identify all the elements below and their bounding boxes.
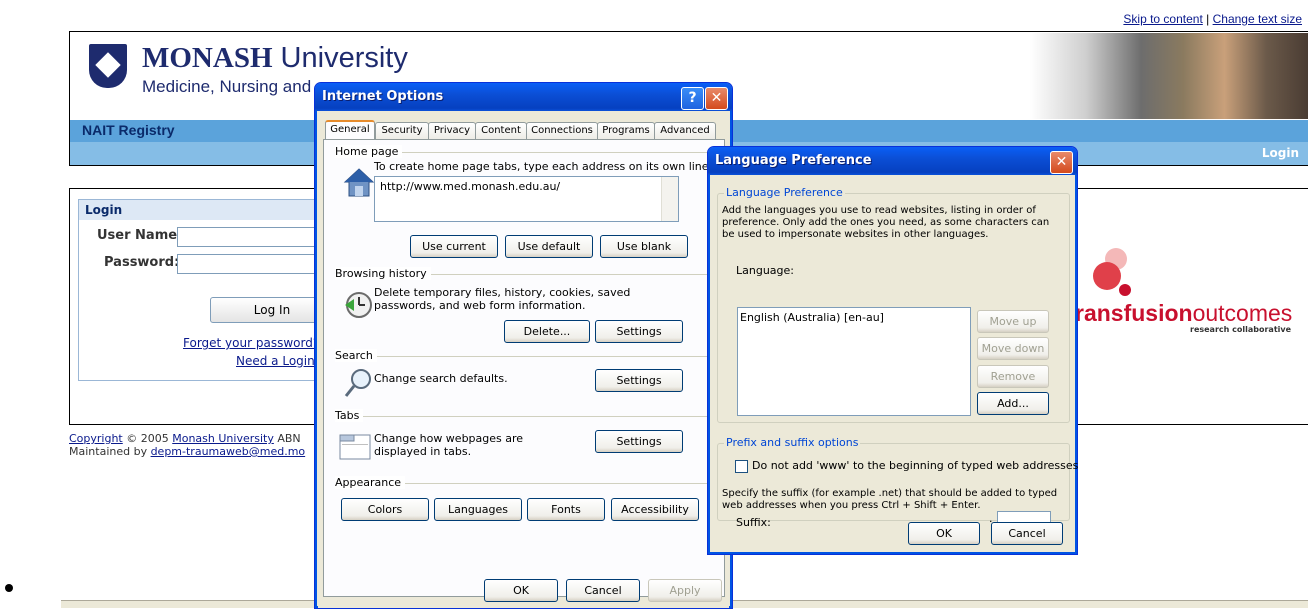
prefix-suffix-group-label: Prefix and suffix options [724, 436, 861, 449]
maintainer-email-link[interactable]: depm-traumaweb@med.mo [151, 445, 306, 458]
page-footer: Copyright © 2005 Monash University ABN M… [69, 432, 305, 458]
tab-connections[interactable]: Connections [526, 122, 598, 140]
transfusion-logo-text: ransfusionoutcomes [1075, 300, 1292, 327]
link-separator: | [1206, 12, 1210, 26]
language-preference-group-label: Language Preference [724, 186, 845, 199]
general-tab-panel: Home page To create home page tabs, type… [323, 139, 725, 597]
close-icon[interactable]: ✕ [705, 87, 728, 110]
prefix-suffix-group: Prefix and suffix options Specify the su… [717, 436, 1070, 529]
use-current-button[interactable]: Use current [410, 235, 498, 258]
search-settings-button[interactable]: Settings [595, 369, 683, 392]
internet-options-title: Internet Options [322, 89, 444, 104]
language-preference-dialog: Language Preference ✕ Language Preferenc… [707, 146, 1078, 555]
move-down-button[interactable]: Move down [977, 337, 1049, 360]
tab-advanced[interactable]: Advanced [654, 122, 716, 140]
list-item[interactable]: English (Australia) [en-au] [740, 311, 968, 324]
university-name-bold: MONASH [142, 42, 273, 74]
home-page-description: To create home page tabs, type each addr… [374, 160, 713, 173]
ok-button[interactable]: OK [908, 522, 980, 545]
languages-button[interactable]: Languages [434, 498, 522, 521]
delete-history-button[interactable]: Delete... [504, 320, 590, 343]
tabs-description: Change how webpages are displayed in tab… [374, 432, 524, 458]
internet-options-dialog: Internet Options ? ✕ General Security Pr… [314, 82, 733, 609]
tab-content[interactable]: Content [475, 122, 527, 140]
search-group-label: Search [335, 349, 377, 362]
suffix-description: Specify the suffix (for example .net) th… [722, 488, 1058, 511]
internet-options-body: General Security Privacy Content Connect… [318, 111, 729, 608]
colors-button[interactable]: Colors [341, 498, 429, 521]
history-settings-button[interactable]: Settings [595, 320, 683, 343]
language-preference-titlebar[interactable]: Language Preference ✕ [708, 147, 1077, 175]
add-language-button[interactable]: Add... [977, 392, 1049, 415]
logo-tagline: research collaborative [1190, 325, 1292, 334]
language-preference-body: Language Preference Add the languages yo… [711, 175, 1078, 551]
login-nav-link[interactable]: Login [1262, 146, 1299, 160]
browsing-history-group-label: Browsing history [335, 267, 431, 280]
browsing-history-description: Delete temporary files, history, cookies… [374, 286, 631, 312]
fonts-button[interactable]: Fonts [527, 498, 605, 521]
home-page-url: http://www.med.monash.edu.au/ [380, 180, 561, 193]
remove-button[interactable]: Remove [977, 365, 1049, 388]
suffix-label: Suffix: [736, 516, 771, 529]
ok-button[interactable]: OK [484, 579, 558, 602]
use-default-button[interactable]: Use default [505, 235, 593, 258]
logo-text-bold: ransfusion [1075, 300, 1193, 326]
university-name-rest: University [272, 42, 408, 74]
tabs-settings-button[interactable]: Settings [595, 430, 683, 453]
tabs-icon [338, 429, 372, 463]
close-icon[interactable]: ✕ [1050, 151, 1073, 174]
university-name[interactable]: MONASH University [142, 42, 408, 75]
home-url-scrollbar[interactable] [661, 177, 678, 221]
history-clock-icon [342, 288, 376, 322]
home-page-url-textarea[interactable]: http://www.med.monash.edu.au/ [374, 176, 679, 222]
registry-title: NAIT Registry [82, 122, 175, 138]
language-preference-title: Language Preference [715, 153, 872, 168]
accessibility-button[interactable]: Accessibility [611, 498, 699, 521]
help-icon[interactable]: ? [681, 87, 704, 110]
password-label: Password: [104, 255, 180, 270]
internet-options-titlebar[interactable]: Internet Options ? ✕ [315, 83, 732, 111]
copyright-text: © 2005 [122, 432, 173, 445]
home-icon [342, 166, 376, 200]
use-blank-button[interactable]: Use blank [600, 235, 688, 258]
maintained-by-text: Maintained by [69, 445, 151, 458]
search-icon [342, 366, 376, 400]
login-panel-title: Login [85, 203, 123, 217]
change-text-size-link[interactable]: Change text size [1213, 12, 1302, 26]
no-www-checkbox[interactable] [735, 460, 748, 473]
username-label: User Name: [97, 228, 183, 243]
copyright-link[interactable]: Copyright [69, 432, 123, 445]
faculty-name: Medicine, Nursing and [142, 77, 312, 96]
forgot-password-link[interactable]: Forget your password? [183, 336, 319, 350]
tabs-group-label: Tabs [335, 409, 364, 422]
transfusion-logo-icon [1085, 248, 1145, 298]
appearance-group-label: Appearance [335, 476, 406, 489]
apply-button[interactable]: Apply [648, 579, 722, 602]
search-description: Change search defaults. [374, 372, 508, 385]
header-photo [1030, 33, 1308, 119]
monash-crest-icon [89, 44, 127, 88]
language-description: Add the languages you use to read websit… [722, 205, 1050, 240]
cancel-button[interactable]: Cancel [566, 579, 640, 602]
top-links: Skip to content | Change text size [1123, 12, 1302, 26]
tab-security[interactable]: Security [375, 122, 429, 140]
move-up-button[interactable]: Move up [977, 310, 1049, 333]
tab-privacy[interactable]: Privacy [428, 122, 476, 140]
skip-to-content-link[interactable]: Skip to content [1123, 12, 1202, 26]
monash-university-link[interactable]: Monash University [172, 432, 274, 445]
language-list[interactable]: English (Australia) [en-au] [737, 307, 971, 416]
home-page-group-label: Home page [335, 145, 403, 158]
tab-programs[interactable]: Programs [597, 122, 655, 140]
no-www-checkbox-label: Do not add 'www' to the beginning of typ… [752, 459, 1079, 472]
language-label: Language: [736, 264, 794, 277]
logo-text-light: outcomes [1192, 300, 1293, 326]
list-bullet [5, 584, 13, 592]
need-login-link[interactable]: Need a Login? [236, 354, 321, 368]
cancel-button[interactable]: Cancel [991, 522, 1063, 545]
abn-text: ABN [273, 432, 301, 445]
